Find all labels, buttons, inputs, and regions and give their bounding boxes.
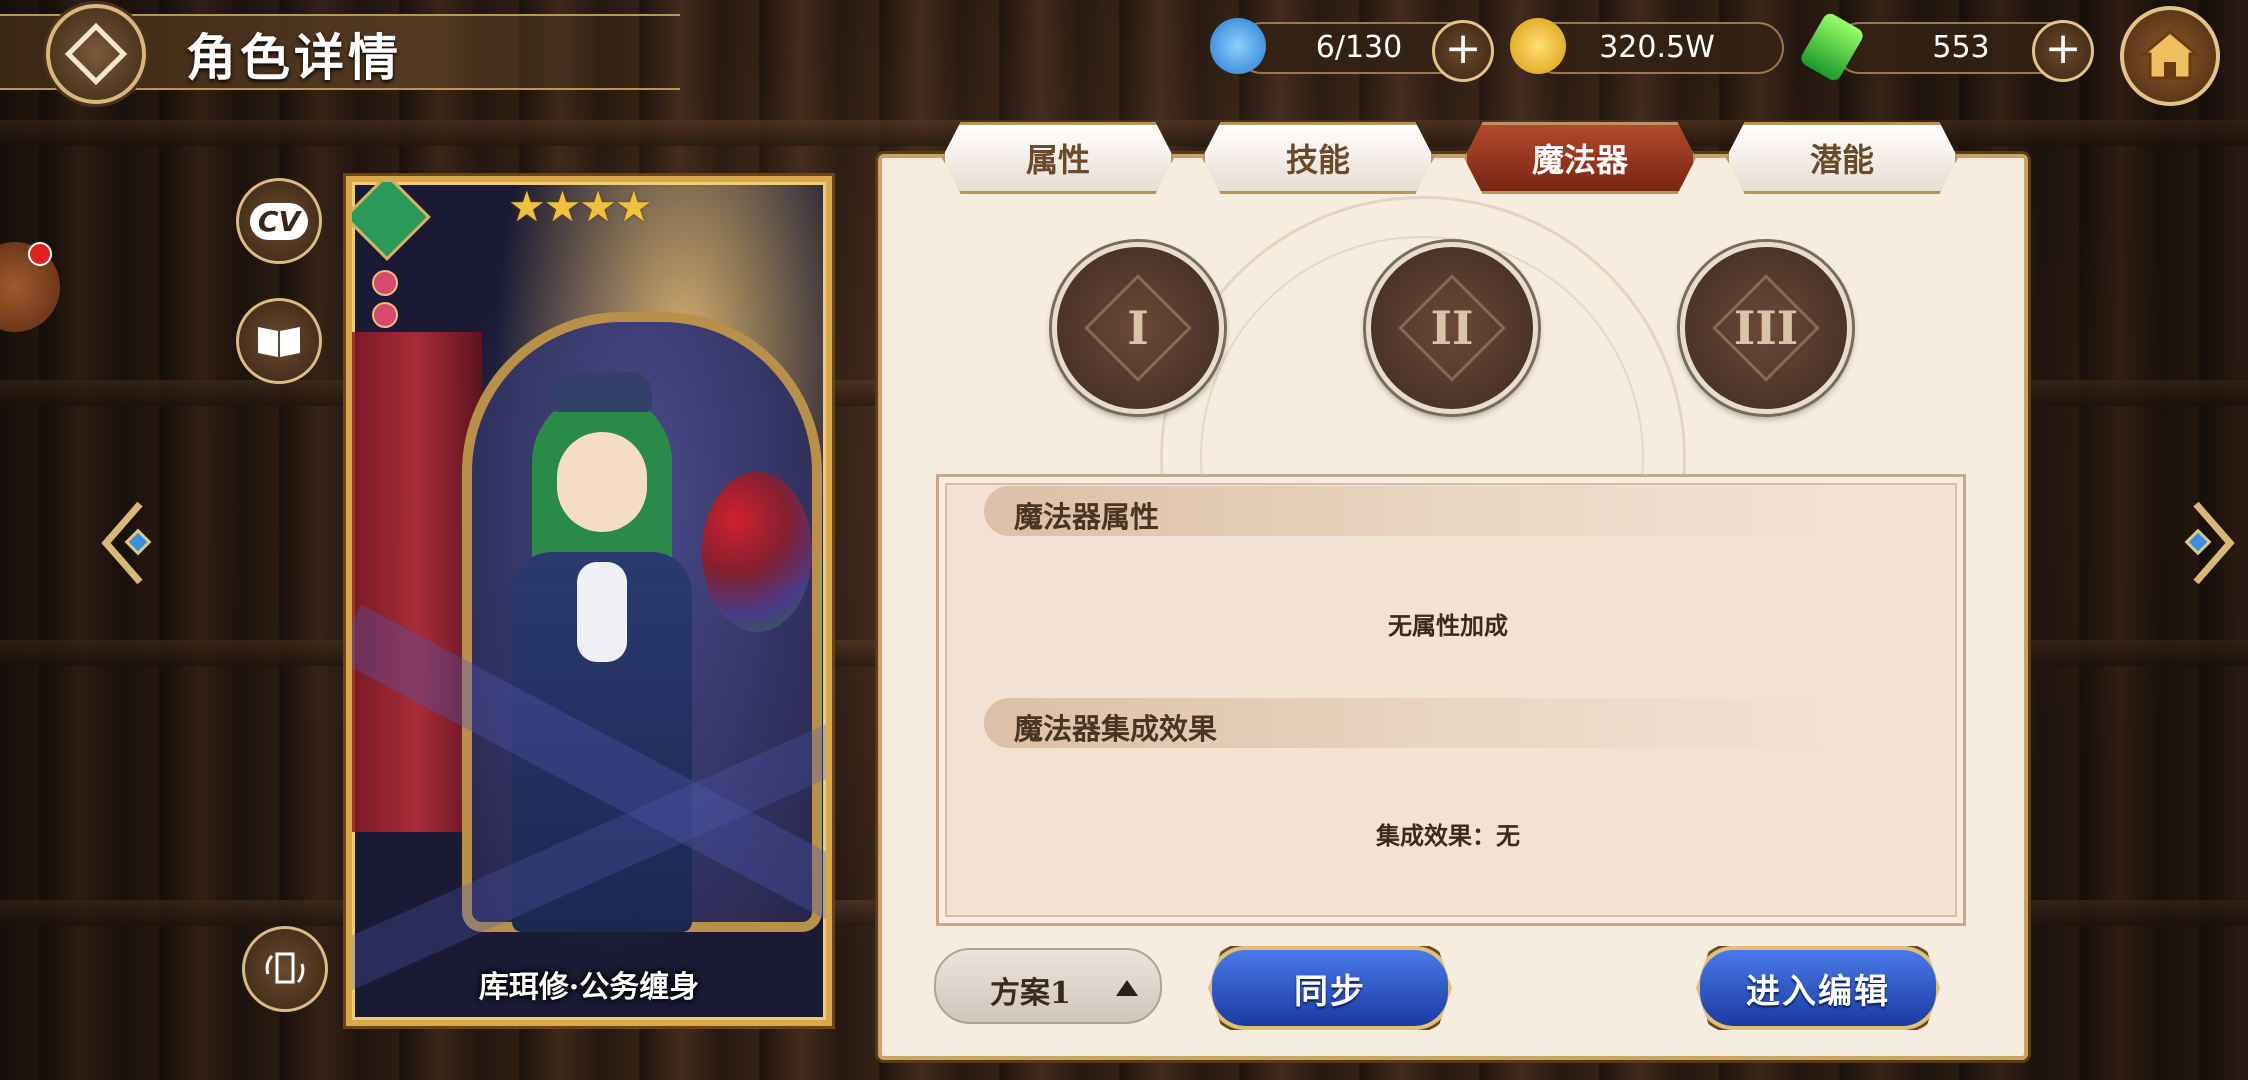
artifact-slot-3[interactable]: III [1680, 242, 1852, 414]
sync-label: 同步 [1294, 971, 1366, 1012]
back-button[interactable] [46, 4, 146, 104]
sync-button[interactable]: 同步 [1208, 946, 1452, 1030]
set-effect-text: 集成效果：无 [1376, 821, 1520, 850]
diamond-back-icon [64, 22, 128, 86]
tab-skills[interactable]: 技能 [1202, 122, 1434, 194]
home-icon [2139, 30, 2201, 80]
enter-edit-button[interactable]: 进入编辑 [1696, 946, 1940, 1030]
plan-dropdown[interactable]: 方案1 [934, 948, 1162, 1024]
add-gem-button[interactable]: + [2032, 20, 2094, 82]
gold-counter: 320.5W [1530, 22, 1784, 74]
plan-label: 方案1 [990, 976, 1071, 1011]
home-button[interactable] [2120, 6, 2220, 106]
tab-artifacts[interactable]: 魔法器 [1464, 122, 1696, 194]
cv-icon: CV [249, 202, 309, 240]
character-card[interactable]: ★★★★ 库珥修·公务缠身 [346, 176, 832, 1026]
book-icon [258, 327, 300, 357]
cv-button[interactable]: CV [236, 178, 322, 264]
notification-dot [28, 242, 52, 266]
previous-character-arrow-icon[interactable] [96, 498, 156, 588]
page-title: 角色详情 [186, 28, 402, 87]
add-stamina-button[interactable]: + [1432, 20, 1494, 82]
section-title: 魔法器属性 [1014, 500, 1160, 534]
profile-book-button[interactable] [236, 298, 322, 384]
artifact-attributes-text: 无属性加成 [1388, 611, 1508, 640]
rotate-card-icon [265, 952, 305, 984]
next-character-arrow-icon[interactable] [2180, 498, 2240, 588]
gold-coin-icon [1510, 18, 1566, 74]
gold-value: 320.5W [1599, 30, 1715, 65]
artifact-slot-2[interactable]: II [1366, 242, 1538, 414]
section-title: 魔法器集成效果 [1014, 712, 1218, 746]
rank-gem-icon [372, 302, 398, 328]
rank-gem-icon [372, 270, 398, 296]
rotate-card-button[interactable] [242, 926, 328, 1012]
tab-attributes[interactable]: 属性 [942, 122, 1174, 194]
card-art-flowers [702, 472, 812, 632]
blue-fish-icon [1210, 18, 1266, 74]
wind-element-icon [352, 182, 431, 261]
character-name: 库珥修·公务缠身 [478, 970, 700, 1005]
set-effect-header: 魔法器集成效果 [984, 698, 1844, 748]
artifact-slot-1[interactable]: I [1052, 242, 1224, 414]
tab-potential[interactable]: 潜能 [1726, 122, 1958, 194]
triangle-up-icon [1116, 980, 1138, 996]
artifact-attributes-header: 魔法器属性 [984, 486, 1844, 536]
rarity-stars: ★★★★ [508, 182, 653, 231]
edit-label: 进入编辑 [1746, 971, 1890, 1012]
